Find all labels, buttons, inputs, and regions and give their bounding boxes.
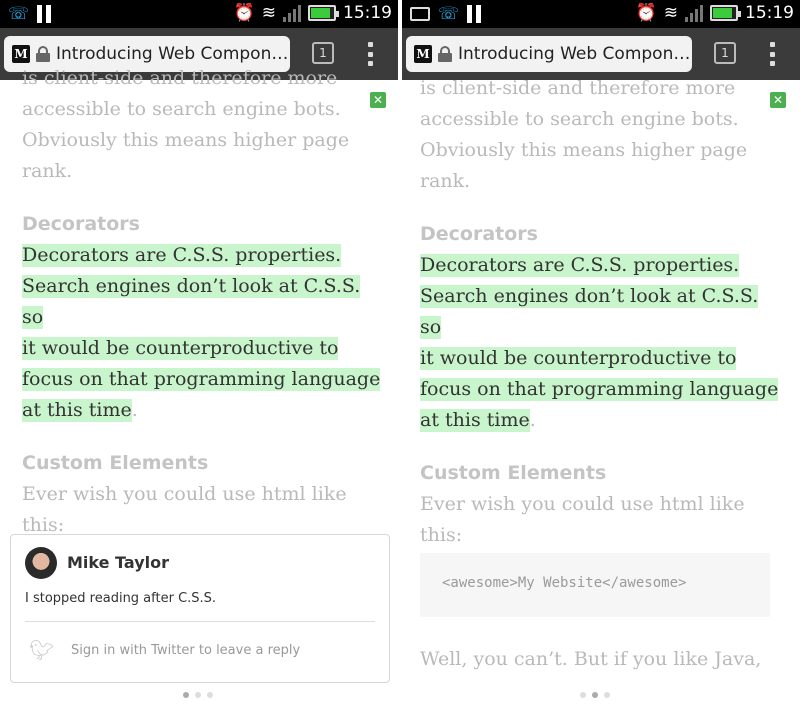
highlighted-line[interactable]: Search engines don’t look at C.S.S. so [22,275,361,329]
highlighted-line[interactable]: Search engines don’t look at C.S.S. so [420,285,759,339]
status-bar: ☏ ⏰ ≋ 15:19 [402,0,800,28]
url-bar[interactable]: M Introducing Web Compon… [4,36,290,72]
highlighted-line[interactable]: Decorators are C.S.S. properties. [420,254,740,277]
code-block: <awesome>My Website</awesome> [420,553,770,617]
keyboard-icon [410,7,430,21]
comment-card: Mike Taylor I stopped reading after C.S.… [10,534,390,683]
medium-favicon: M [12,45,30,63]
custom-elements-heading: Custom Elements [420,462,607,484]
highlighted-line[interactable]: focus on that programming language [420,378,779,401]
custom-elements-paragraph: Ever wish you could use html like this: [22,483,347,536]
pause-icon [37,5,52,23]
divider [25,621,375,622]
battery-icon [308,5,339,21]
lock-icon [36,46,50,62]
wifi-icon: ≋ [261,3,276,23]
medium-favicon: M [414,45,432,63]
browser-toolbar: M Introducing Web Compon… 1 [402,28,800,80]
page-title: Introducing Web Compon… [458,44,691,64]
article-body: is client-side and therefore more access… [420,78,780,551]
highlighted-line[interactable]: at this time [22,399,132,422]
intro-line-0: is client-side and therefore more [420,78,736,98]
intro-line-0: is client-side and therefore more [22,68,338,88]
url-bar[interactable]: M Introducing Web Compon… [406,36,692,72]
battery-icon [710,5,741,21]
highlighted-line[interactable]: at this time [420,409,530,432]
overflow-menu-button[interactable] [366,42,374,66]
pause-icon [467,5,482,23]
clock: 15:19 [745,3,794,23]
alarm-icon: ⏰ [635,3,657,23]
intro-paragraph: accessible to search engine bots. Obviou… [22,98,350,182]
page-title: Introducing Web Compon… [56,44,289,64]
twitter-signin-link[interactable]: Sign in with Twitter to leave a reply [71,643,300,658]
wifi-call-icon: ☏ [8,4,30,24]
decorators-paragraph: Decorators are C.S.S. properties. Search… [22,244,381,422]
custom-elements-heading: Custom Elements [22,452,209,474]
highlighted-line[interactable]: Decorators are C.S.S. properties. [22,244,342,267]
highlighted-line[interactable]: focus on that programming language [22,368,381,391]
code-snippet: <awesome>My Website</awesome> [442,575,687,591]
overflow-menu-button[interactable] [768,42,776,66]
page-indicator [183,692,213,698]
decorators-heading: Decorators [22,213,140,235]
clock: 15:19 [343,3,392,23]
tab-switcher-button[interactable]: 1 [312,42,334,64]
no-signal-icon [685,4,703,22]
left-screenshot: ☏ ⏰ ≋ 15:19 M Introducing Web Compon… 1 … [0,0,398,711]
custom-elements-paragraph: Ever wish you could use html like this: [420,493,745,546]
wifi-icon: ≋ [663,3,678,23]
avatar[interactable] [25,547,57,579]
intro-paragraph: accessible to search engine bots. Obviou… [420,108,748,192]
article-body: is client-side and therefore more access… [22,68,382,541]
highlighted-line[interactable]: it would be counterproductive to [420,347,737,370]
tab-switcher-button[interactable]: 1 [714,42,736,64]
decorators-heading: Decorators [420,223,538,245]
page-indicator [580,692,610,698]
no-signal-icon [283,4,301,22]
highlighted-line[interactable]: it would be counterproductive to [22,337,339,360]
wifi-call-icon: ☏ [438,4,460,24]
alarm-icon: ⏰ [233,3,255,23]
twitter-icon[interactable]: 🐦︎ [29,639,54,661]
status-bar: ☏ ⏰ ≋ 15:19 [0,0,398,28]
lock-icon [438,46,452,62]
decorators-paragraph: Decorators are C.S.S. properties. Search… [420,254,779,432]
comment-author[interactable]: Mike Taylor [67,553,169,572]
comment-text: I stopped reading after C.S.S. [25,591,217,606]
after-code-paragraph: Well, you can’t. But if you like Java, [420,648,762,670]
